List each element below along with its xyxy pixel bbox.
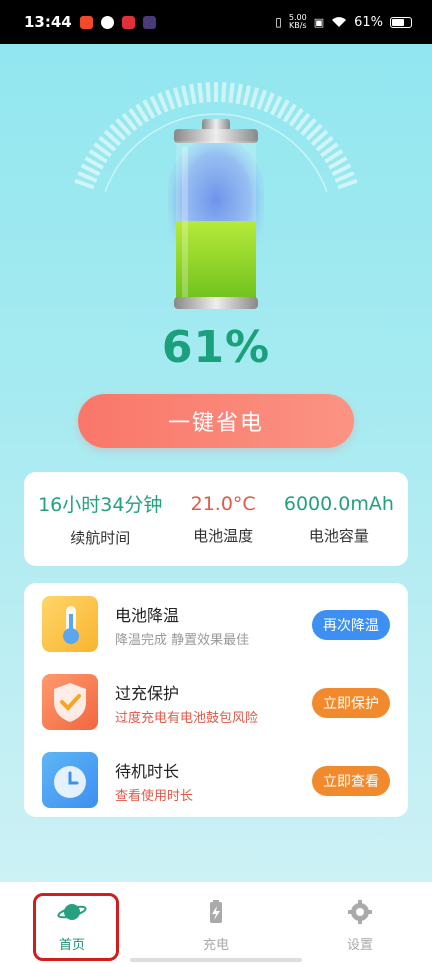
feature-subtitle: 查看使用时长 — [115, 789, 194, 804]
battery-bottom-ring — [174, 297, 258, 309]
view-now-button[interactable]: 立即查看 — [312, 766, 390, 796]
gauge-tick — [205, 82, 211, 103]
stat-capacity: 6000.0mAh 电池容量 — [284, 493, 394, 546]
nav-label: 充电 — [202, 938, 229, 953]
gauge-tick — [249, 87, 260, 108]
sim-icon: ▣ — [313, 15, 325, 29]
gauge-tick — [228, 82, 235, 104]
battery-stats-card: 16小时34分钟 续航时间 21.0°C 电池温度 6000.0mAh 电池容量 — [24, 472, 408, 566]
battery-percent-large: 61% — [161, 322, 271, 373]
battery-icon — [390, 16, 412, 28]
shield-check-icon — [42, 674, 98, 730]
thermometer-icon — [42, 596, 98, 652]
gauge-tick — [189, 83, 197, 105]
stat-label: 电池温度 — [193, 526, 254, 545]
gauge-tick — [77, 171, 98, 183]
nav-settings[interactable]: 设置 — [300, 882, 420, 964]
vibrate-icon: ▯ — [275, 15, 282, 29]
gauge-tick — [263, 92, 275, 113]
status-time: 13:44 — [24, 13, 72, 31]
gauge-tick — [74, 178, 95, 190]
nav-charge[interactable]: 充电 — [156, 882, 276, 964]
gauge-tick — [165, 89, 176, 110]
feature-title: 待机时长 — [115, 762, 180, 781]
network-speed: 5.00 KB/s — [289, 14, 307, 30]
highlight-box — [33, 893, 119, 961]
feature-cooling: 电池降温 降温完成 静置效果最佳 再次降温 — [24, 594, 408, 654]
feature-title: 过充保护 — [115, 684, 180, 703]
stat-temperature: 21.0°C 电池温度 — [191, 493, 256, 546]
nav-label: 设置 — [346, 938, 373, 953]
wifi-icon — [332, 17, 347, 27]
stat-value: 6000.0mAh — [283, 492, 394, 515]
gauge-tick — [337, 178, 358, 190]
protect-now-button[interactable]: 立即保护 — [312, 688, 390, 718]
stat-value: 16小时34分钟 — [38, 494, 163, 516]
one-click-save-button[interactable]: 一键省电 — [78, 394, 354, 448]
app-notification-icon — [100, 15, 114, 29]
battery-shine — [182, 147, 188, 297]
home-indicator[interactable] — [130, 958, 302, 962]
stat-endurance: 16小时34分钟 续航时间 — [38, 490, 162, 548]
feature-subtitle: 降温完成 静置效果最佳 — [115, 633, 250, 648]
battery-top-ring — [174, 129, 258, 143]
gauge-tick — [334, 171, 355, 183]
gauge-tick — [221, 82, 227, 103]
gauge-tick — [235, 83, 243, 105]
gauge-tick — [197, 82, 204, 104]
status-bar: 13:44 ▯ 5.00 KB/s ▣ 61% — [0, 0, 432, 44]
stat-value: 21.0°C — [190, 492, 256, 515]
battery-percent: 61% — [354, 14, 383, 30]
app-notification-icon — [121, 15, 135, 29]
clock-icon — [42, 752, 98, 808]
gear-icon — [348, 900, 372, 924]
battery-illustration — [168, 119, 264, 309]
gauge-tick — [149, 95, 162, 116]
gauge-tick — [270, 95, 283, 116]
gauge-tick — [242, 85, 251, 106]
charge-icon — [210, 900, 222, 923]
app-notification-icon — [79, 15, 93, 29]
gauge-tick — [172, 87, 183, 108]
app-notification-icon — [142, 15, 156, 29]
feature-overcharge: 过充保护 过度充电有电池鼓包风险 立即保护 — [24, 672, 408, 732]
stat-label: 电池容量 — [308, 526, 369, 545]
gauge-tick — [256, 89, 267, 110]
gauge-tick — [181, 85, 190, 106]
feature-title: 电池降温 — [115, 606, 180, 625]
network-speed-unit: KB/s — [288, 21, 307, 30]
gauge-tick — [157, 92, 169, 113]
feature-subtitle: 过度充电有电池鼓包风险 — [115, 711, 259, 726]
feature-standby: 待机时长 查看使用时长 立即查看 — [24, 750, 408, 810]
cool-again-button[interactable]: 再次降温 — [312, 610, 390, 640]
stat-label: 续航时间 — [70, 529, 131, 547]
feature-list: 电池降温 降温完成 静置效果最佳 再次降温 过充保护 过度充电有电池鼓包风险 立… — [24, 583, 408, 817]
